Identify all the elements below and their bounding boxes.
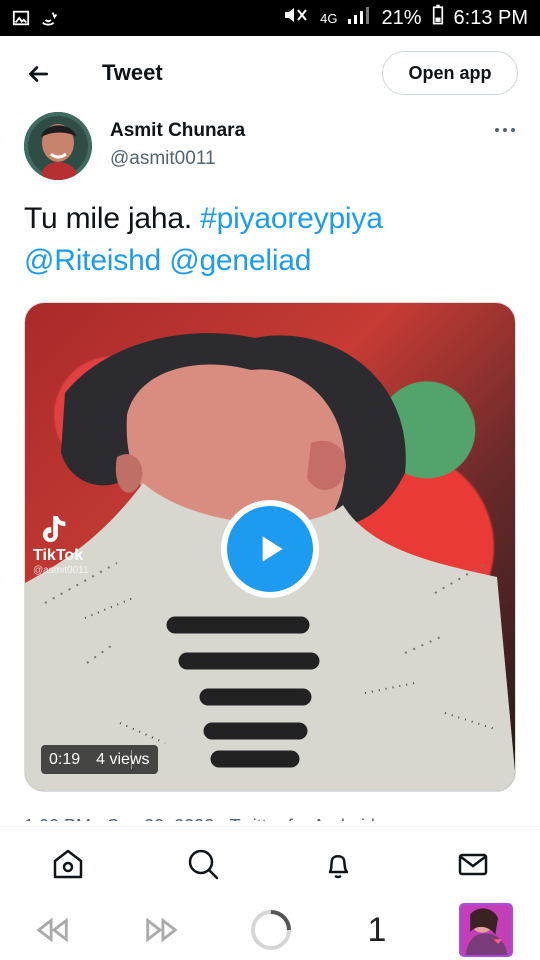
tweet-header: Tweet Open app [0, 36, 540, 114]
tiktok-label: TikTok [33, 547, 84, 564]
profile-thumbnail-icon [459, 903, 513, 957]
network-text: 4G [320, 10, 338, 26]
tweet-plain-text: Tu mile jaha. [24, 202, 201, 235]
search-icon [188, 849, 218, 880]
status-bar: 4G 21% 6:13 PM [0, 0, 540, 36]
tiktok-handle: @asmit0011 [33, 565, 89, 576]
more-dot-icon [495, 128, 499, 132]
page-title: Tweet [102, 60, 163, 85]
mute-icon [282, 5, 310, 31]
browser-profile-button[interactable] [458, 902, 514, 958]
battery-percent: 21% [381, 6, 422, 29]
play-button[interactable] [221, 500, 319, 598]
bottom-navigation [0, 826, 540, 901]
battery-icon [432, 4, 444, 32]
loading-indicator [249, 908, 293, 952]
rewind-icon [36, 917, 68, 943]
tiktok-watermark: TikTok @asmit0011 [33, 513, 113, 593]
video-info-badge: 0:19 4 views [41, 745, 158, 774]
home-icon [53, 849, 82, 879]
time: 6:13 PM [453, 6, 528, 29]
video-duration: 0:19 [49, 751, 81, 768]
more-options-button[interactable] [490, 120, 520, 140]
more-dot-icon [503, 128, 507, 132]
mention-riteishd-link[interactable]: @Riteishd [24, 244, 161, 277]
video-views: 4 views [96, 751, 150, 768]
search-nav-button[interactable] [186, 847, 220, 881]
browser-back-button[interactable] [34, 914, 72, 946]
hashtag-link[interactable]: #piyaoreypiya [200, 202, 383, 235]
status-left-icons [12, 9, 58, 27]
notifications-nav-button[interactable] [321, 847, 355, 881]
hotspot-icon [40, 9, 58, 27]
back-button[interactable] [20, 56, 56, 92]
mention-geneliad-link[interactable]: @geneliad [169, 244, 311, 277]
bell-icon [328, 855, 348, 879]
status-right-icons: 4G 21% 6:13 PM [282, 4, 528, 32]
mail-icon [458, 853, 487, 876]
browser-toolbar: 1 [0, 900, 540, 960]
author-name[interactable]: Asmit Chunara [110, 120, 245, 142]
open-app-button[interactable]: Open app [382, 51, 518, 95]
home-nav-button[interactable] [51, 847, 85, 881]
signal-icon [347, 5, 371, 31]
partial-timestamp: 1:00 PM · Sep 20, 2022 · Twitter for And… [24, 811, 375, 821]
messages-nav-button[interactable] [456, 847, 490, 881]
play-icon-background [227, 506, 313, 592]
tab-count[interactable]: 1 [366, 910, 388, 950]
tiktok-icon [41, 513, 71, 547]
play-icon [262, 536, 283, 562]
back-arrow-icon [29, 66, 49, 82]
tweet-text: Tu mile jaha. #piyaoreypiya @Riteishd @g… [24, 198, 504, 282]
browser-forward-button[interactable] [142, 914, 180, 946]
author-handle[interactable]: @asmit0011 [110, 148, 216, 170]
gallery-icon [12, 9, 30, 27]
fast-forward-icon [146, 917, 178, 943]
author-avatar[interactable] [24, 112, 92, 180]
more-dot-icon [511, 128, 515, 132]
badge-divider [131, 750, 132, 769]
author-row: Asmit Chunara @asmit0011 [24, 112, 520, 184]
loading-icon [251, 910, 291, 950]
video-player[interactable]: TikTok @asmit0011 0:19 4 views [24, 302, 516, 792]
